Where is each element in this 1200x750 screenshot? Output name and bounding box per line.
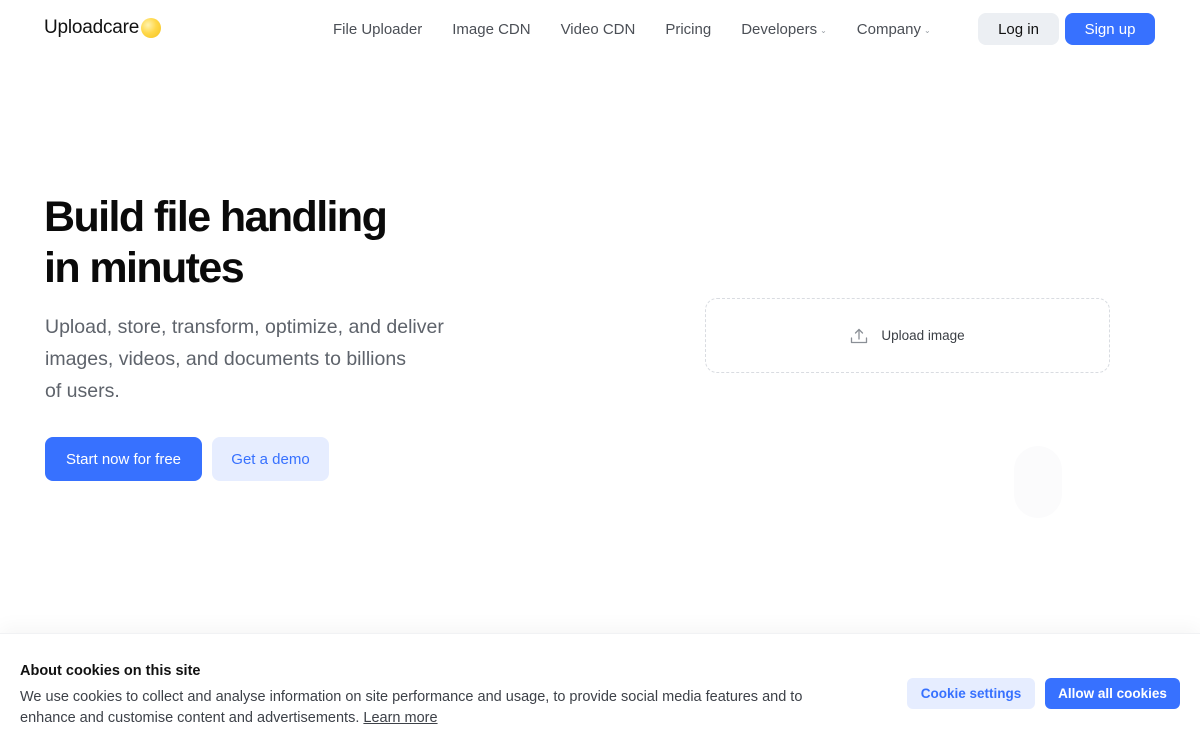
- cookie-banner-title: About cookies on this site: [20, 663, 201, 679]
- nav-item-label: Image CDN: [452, 20, 531, 38]
- logo-text: Uploadcare: [44, 17, 140, 38]
- page: Uploadcare File Uploader Image CDN Video…: [0, 0, 1200, 750]
- cookie-banner: About cookies on this site We use cookie…: [0, 633, 1200, 750]
- hero-title: Build file handling in minutes: [44, 192, 564, 294]
- nav-item-label: Pricing: [665, 20, 712, 38]
- login-button[interactable]: Log in: [978, 13, 1059, 45]
- upload-image-label: Upload image: [881, 328, 965, 343]
- allow-all-cookies-button[interactable]: Allow all cookies: [1045, 678, 1180, 709]
- nav-item-developers[interactable]: Developers ⌄: [726, 14, 842, 44]
- get-demo-button[interactable]: Get a demo: [212, 437, 329, 481]
- hero-title-line: Build file handling: [44, 193, 388, 241]
- nav-item-video-cdn[interactable]: Video CDN: [546, 14, 651, 44]
- nav-item-file-uploader[interactable]: File Uploader: [318, 14, 437, 44]
- nav-item-company[interactable]: Company ⌄: [842, 14, 946, 44]
- logo[interactable]: Uploadcare: [44, 17, 162, 39]
- hero-subtitle-line: of users.: [45, 380, 120, 402]
- chevron-down-icon: ⌄: [820, 25, 827, 35]
- nav-item-image-cdn[interactable]: Image CDN: [437, 14, 545, 44]
- decorative-shape: [1014, 446, 1062, 518]
- signup-button[interactable]: Sign up: [1065, 13, 1155, 45]
- chevron-down-icon: ⌄: [923, 25, 931, 35]
- upload-image-dropzone[interactable]: Upload image: [705, 298, 1110, 373]
- hero-subtitle: Upload, store, transform, optimize, and …: [45, 311, 515, 407]
- cookie-banner-text: We use cookies to collect and analyse in…: [20, 687, 850, 729]
- hero-subtitle-line: images, videos, and documents to billion…: [45, 348, 406, 370]
- site-header: Uploadcare File Uploader Image CDN Video…: [0, 0, 1200, 58]
- nav-item-label: Developers: [741, 20, 818, 38]
- nav-item-label: File Uploader: [333, 20, 423, 38]
- upload-icon: [850, 327, 868, 345]
- learn-more-link[interactable]: Learn more: [363, 710, 437, 726]
- hero-subtitle-line: Upload, store, transform, optimize, and …: [45, 316, 444, 338]
- hero-title-line: in minutes: [44, 244, 245, 292]
- nav-item-label: Company: [856, 20, 921, 38]
- logo-dot-icon: [141, 18, 162, 38]
- start-free-button[interactable]: Start now for free: [45, 437, 202, 481]
- nav-item-pricing[interactable]: Pricing: [650, 14, 726, 44]
- nav-item-label: Video CDN: [560, 20, 636, 38]
- cookie-settings-button[interactable]: Cookie settings: [907, 678, 1035, 709]
- main-nav: File Uploader Image CDN Video CDN Pricin…: [318, 14, 946, 44]
